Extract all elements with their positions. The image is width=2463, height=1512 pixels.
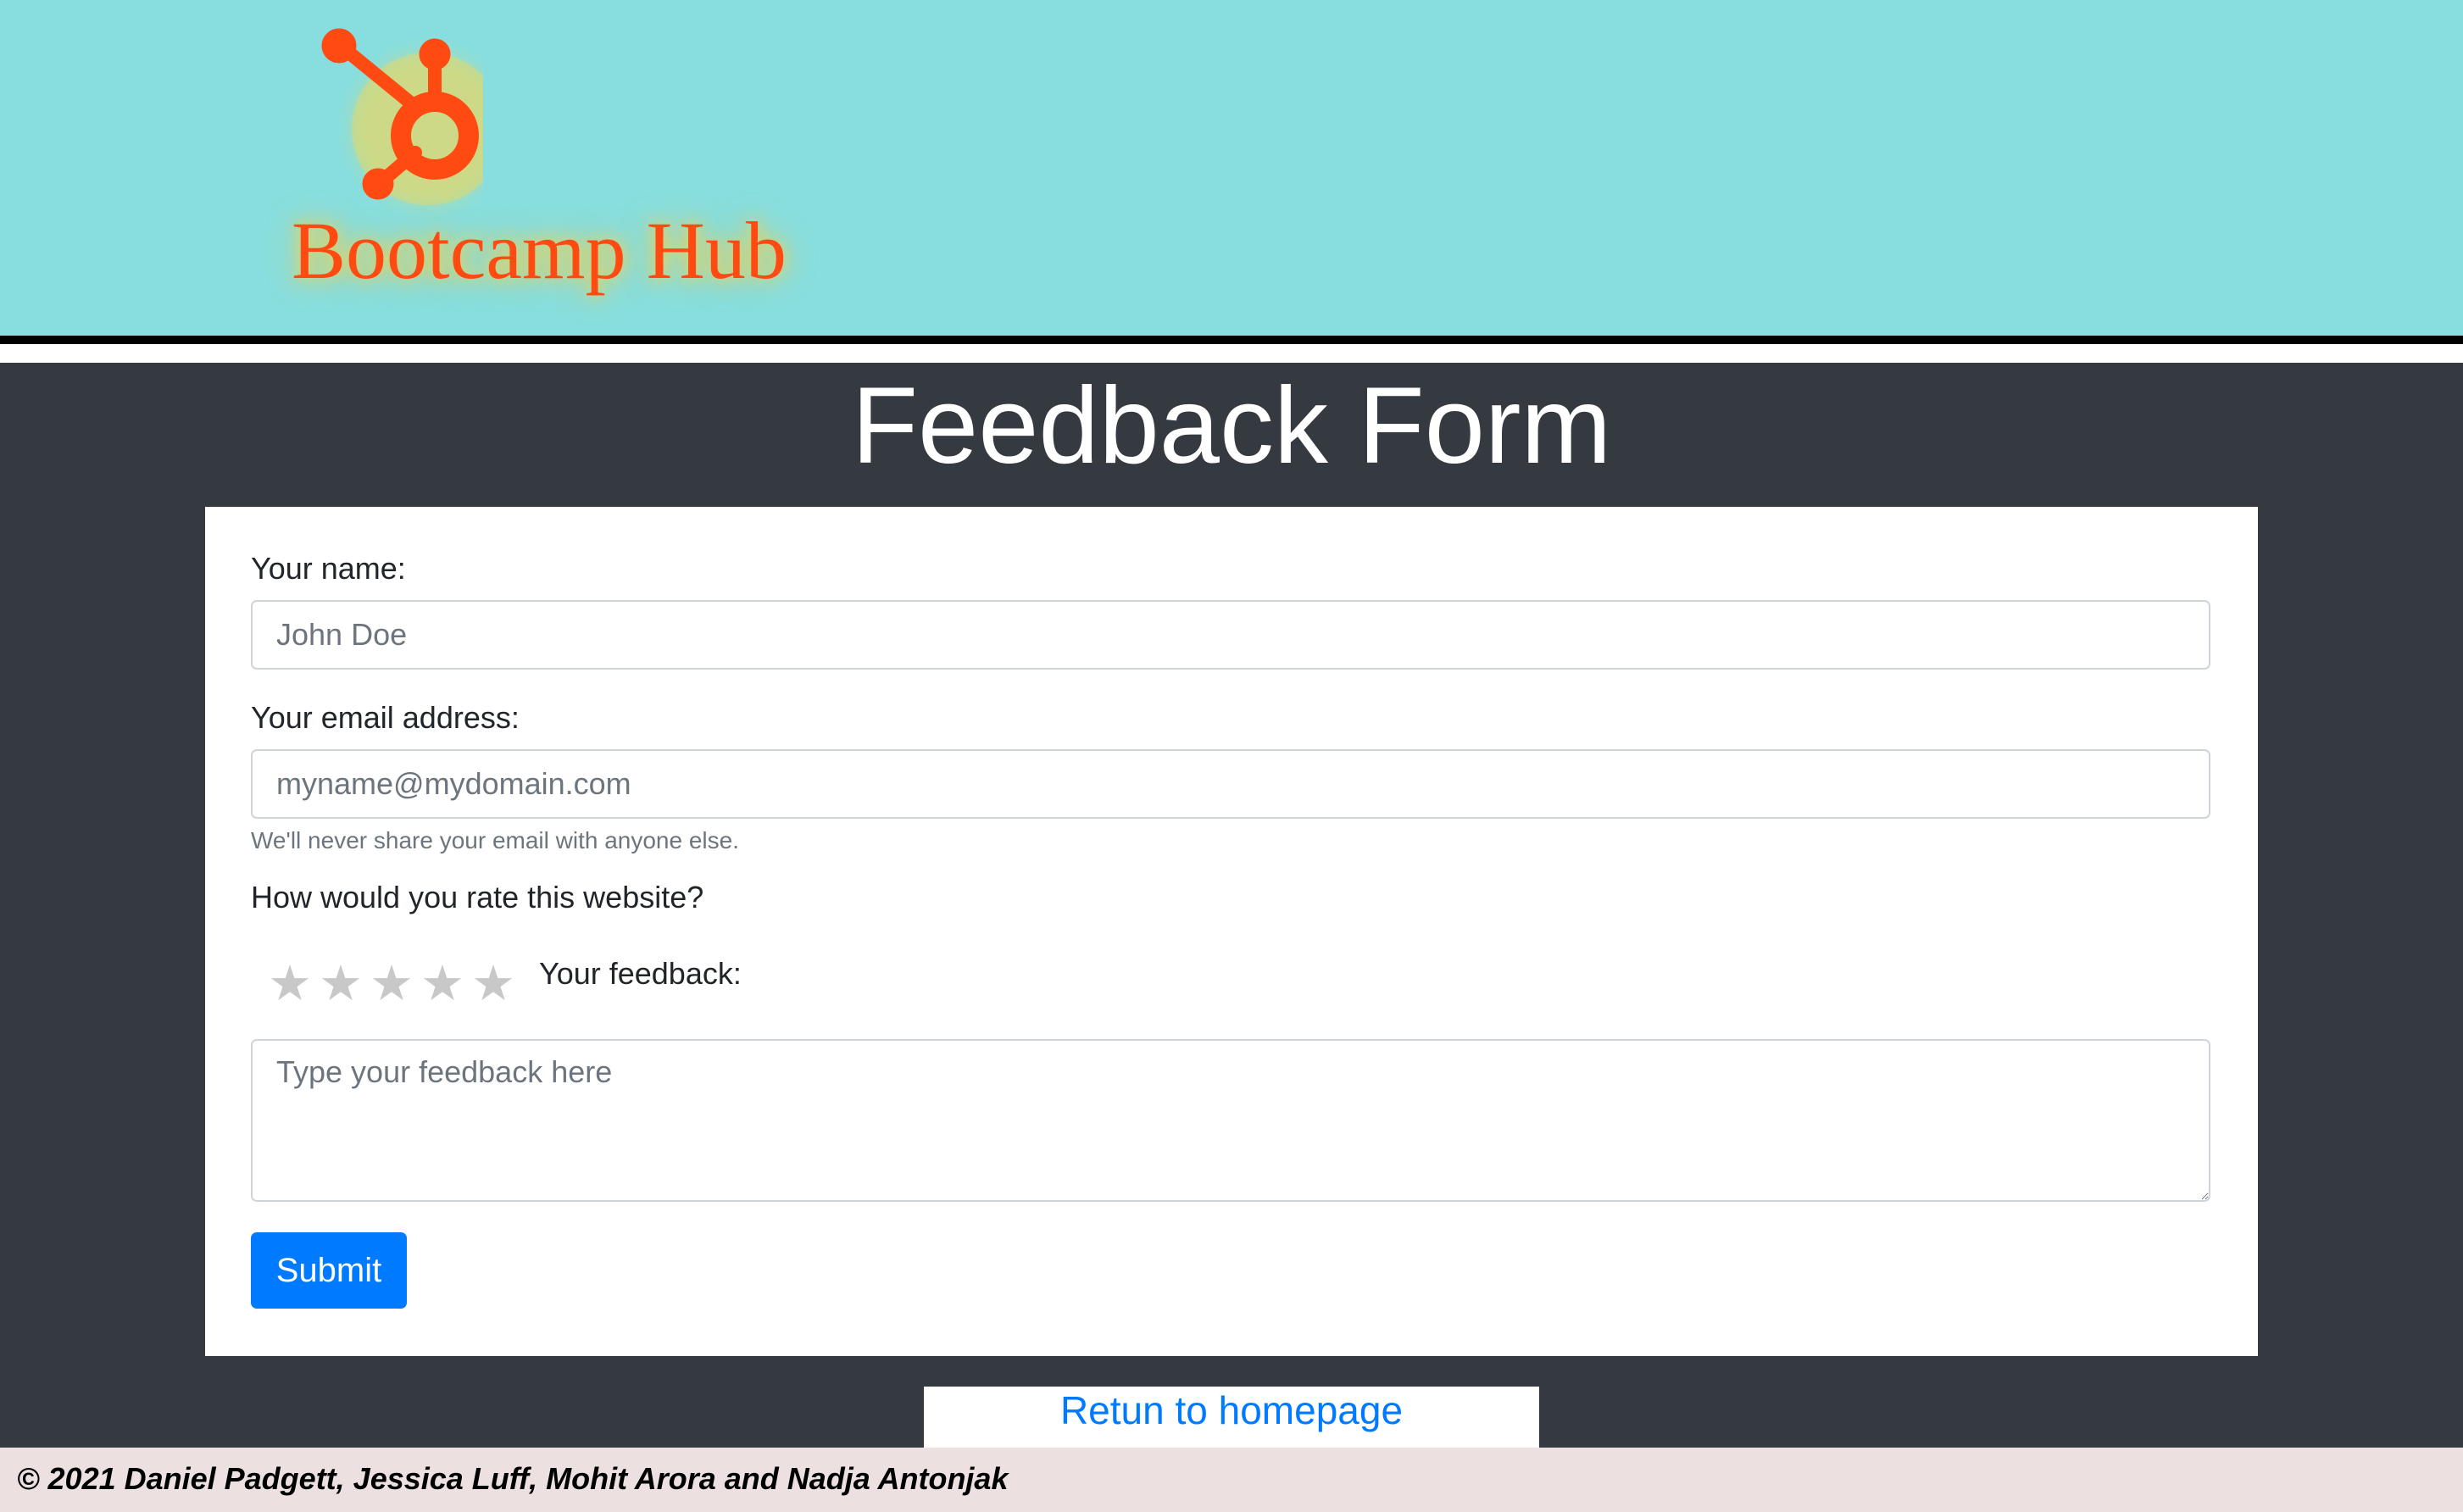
star-icon[interactable]: ★ [315, 954, 366, 1014]
star-icon[interactable]: ★ [417, 954, 468, 1014]
star-icon[interactable]: ★ [264, 954, 315, 1014]
email-input[interactable] [251, 749, 2210, 819]
email-label: Your email address: [251, 700, 520, 735]
email-help-text: We'll never share your email with anyone… [251, 827, 739, 853]
brand-name: Bootcamp Hub [292, 205, 787, 296]
brand-logo[interactable]: Bootcamp Hub [254, 17, 797, 322]
name-label: Your name: [251, 551, 406, 586]
star-icon[interactable]: ★ [468, 954, 519, 1014]
feedback-label: Your feedback: [539, 956, 742, 991]
site-footer: © 2021 Daniel Padgett, Jessica Luff, Moh… [0, 1448, 2463, 1512]
header-divider-light [0, 344, 2463, 363]
page-title: Feedback Form [851, 365, 1612, 486]
hubspot-sprocket-icon [321, 28, 483, 205]
return-link-container: Retun to homepage [924, 1387, 1539, 1448]
copyright-text: © 2021 Daniel Padgett, Jessica Luff, Moh… [17, 1461, 1009, 1496]
star-rating: ★ ★ ★ ★ ★ [264, 954, 519, 1014]
rating-question: How would you rate this website? [251, 880, 704, 914]
header-divider [0, 336, 2463, 344]
return-homepage-link[interactable]: Retun to homepage [1060, 1388, 1403, 1432]
star-icon[interactable]: ★ [366, 954, 417, 1014]
feedback-textarea[interactable] [251, 1039, 2210, 1202]
name-input[interactable] [251, 600, 2210, 670]
submit-button[interactable]: Submit [251, 1232, 407, 1309]
feedback-form: Your name: Your email address: We'll nev… [205, 507, 2258, 1356]
site-header: Bootcamp Hub [0, 0, 2463, 336]
